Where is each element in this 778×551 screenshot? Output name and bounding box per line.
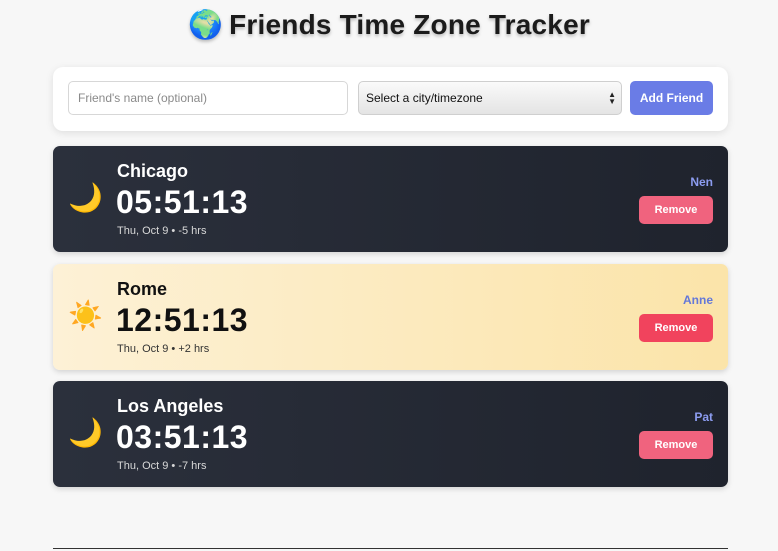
local-time: 05:51:13 [116, 184, 249, 220]
separator-dot: • [171, 225, 176, 237]
date-text: Thu, Oct 9 [117, 343, 169, 355]
date-offset: Thu, Oct 9 • -5 hrs [117, 225, 206, 237]
page-title-text: Friends Time Zone Tracker [229, 9, 590, 40]
city-name: Chicago [117, 161, 189, 181]
date-offset: Thu, Oct 9 • -7 hrs [117, 460, 206, 472]
friend-name-input[interactable] [68, 81, 348, 115]
date-offset: Thu, Oct 9 • +2 hrs [117, 343, 209, 355]
friend-card-los-angeles: 🌙 Los Angeles 03:51:13 Thu, Oct 9 • -7 h… [53, 381, 728, 487]
offset-text: +2 hrs [178, 343, 210, 355]
friend-card-chicago: 🌙 Chicago 05:51:13 Thu, Oct 9 • -5 hrs N… [53, 146, 728, 252]
remove-button[interactable]: Remove [639, 314, 713, 342]
city-select-value: Select a city/timezone [366, 91, 483, 105]
friend-card-rome: ☀️ Rome 12:51:13 Thu, Oct 9 • +2 hrs Ann… [53, 264, 728, 370]
add-friend-button[interactable]: Add Friend [630, 81, 713, 115]
remove-button[interactable]: Remove [639, 196, 713, 224]
add-friend-panel: Select a city/timezone ▲▼ Add Friend [53, 67, 728, 131]
sun-icon: ☀️ [68, 300, 103, 331]
crescent-moon-icon: 🌙 [68, 182, 103, 213]
date-text: Thu, Oct 9 [117, 460, 169, 472]
select-arrows-icon: ▲ ▼ [608, 90, 616, 106]
separator-dot: • [171, 343, 176, 355]
local-time: 12:51:13 [116, 302, 249, 338]
local-time: 03:51:13 [116, 419, 249, 455]
remove-button[interactable]: Remove [639, 431, 713, 459]
city-name: Rome [117, 279, 168, 299]
date-text: Thu, Oct 9 [117, 225, 169, 237]
city-name: Los Angeles [117, 396, 224, 416]
globe-icon: 🌍 [188, 9, 224, 40]
separator-dot: • [171, 460, 176, 472]
city-timezone-select[interactable]: Select a city/timezone ▲ ▼ [358, 81, 622, 115]
offset-text: -7 hrs [178, 460, 207, 472]
offset-text: -5 hrs [178, 225, 207, 237]
friend-name: Pat [694, 410, 713, 424]
crescent-moon-icon: 🌙 [68, 417, 103, 448]
friend-name: Anne [683, 293, 713, 307]
friend-name: Nen [690, 175, 713, 189]
page-title: 🌍 Friends Time Zone Tracker [0, 8, 778, 41]
bottom-divider [53, 548, 728, 549]
